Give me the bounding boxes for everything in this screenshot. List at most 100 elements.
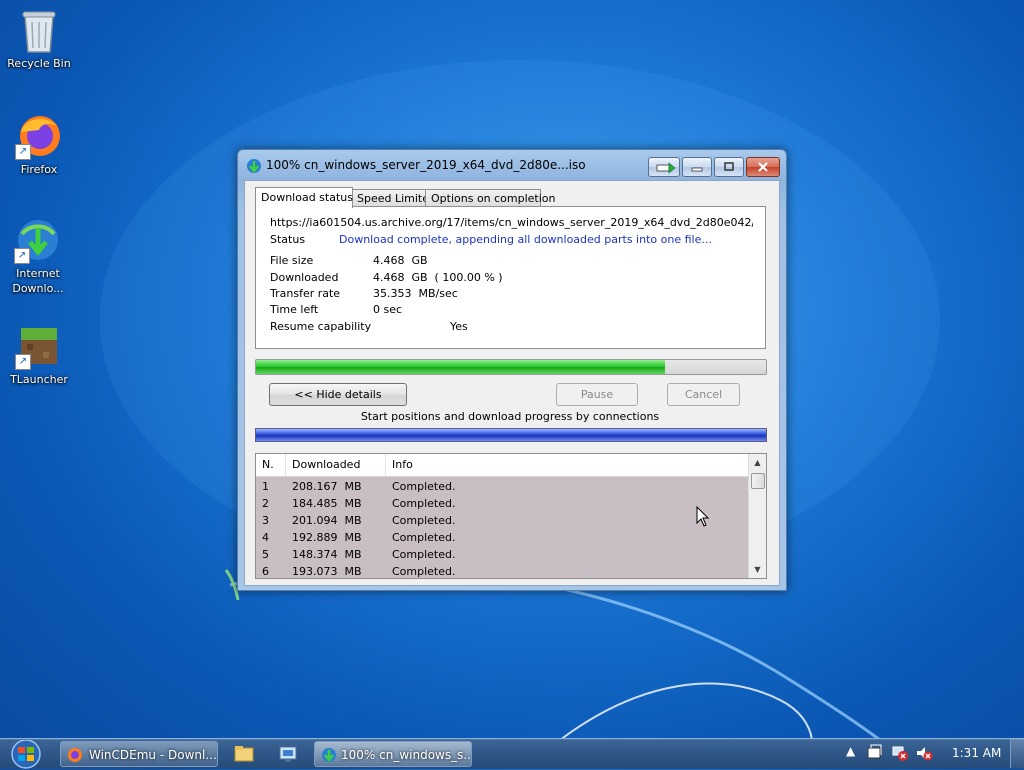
resume-capability-label: Resume capability bbox=[270, 320, 372, 333]
taskbar-item-idm-download[interactable]: 100% cn_windows_s... bbox=[314, 741, 472, 767]
dialog-titlebar[interactable]: 100% cn_windows_server_2019_x64_dvd_2d80… bbox=[238, 150, 786, 180]
time-left-value: 0 sec bbox=[373, 303, 403, 316]
taskbar-clock[interactable]: 1:31 AM bbox=[952, 746, 1001, 760]
vertical-scrollbar[interactable]: ▲ ▼ bbox=[748, 454, 766, 578]
table-header: N. Downloaded Info bbox=[256, 454, 749, 477]
cell-info: Completed. bbox=[392, 497, 456, 510]
hide-details-button[interactable]: << Hide details bbox=[269, 383, 407, 406]
status-label: Status bbox=[270, 233, 306, 246]
time-left-label: Time left bbox=[270, 303, 319, 316]
show-desktop-button[interactable] bbox=[1010, 739, 1024, 768]
cell-downloaded: 201.094 MB bbox=[292, 514, 362, 527]
minimize-icon bbox=[691, 167, 703, 172]
maximize-icon bbox=[724, 162, 734, 171]
desktop-icon-label: Internet Downlo... bbox=[12, 267, 64, 295]
close-icon bbox=[758, 162, 768, 172]
play-arrow-icon bbox=[656, 162, 676, 174]
file-explorer-icon bbox=[234, 746, 254, 762]
status-value: Download complete, appending all downloa… bbox=[339, 233, 712, 246]
download-progress-fill bbox=[256, 360, 666, 374]
table-row[interactable]: 1 208.167 MB Completed. bbox=[256, 478, 749, 495]
shortcut-arrow-icon: ↗ bbox=[15, 354, 31, 370]
downloaded-label: Downloaded bbox=[270, 271, 339, 284]
file-size-value: 4.468 GB bbox=[373, 254, 428, 267]
internet-download-manager-icon: ↗ bbox=[14, 216, 62, 264]
background-download-button[interactable] bbox=[648, 157, 680, 177]
transfer-rate-label: Transfer rate bbox=[270, 287, 341, 300]
tlauncher-icon: ↗ bbox=[15, 322, 63, 370]
action-center-icon[interactable] bbox=[866, 744, 884, 762]
cell-info: Completed. bbox=[392, 565, 456, 578]
cell-number: 3 bbox=[262, 514, 269, 527]
scrollbar-thumb[interactable] bbox=[751, 473, 765, 489]
desktop-icon-firefox[interactable]: ↗ Firefox bbox=[3, 112, 75, 177]
table-row[interactable]: 6 193.073 MB Completed. bbox=[256, 563, 749, 578]
connections-progress-bar bbox=[255, 428, 767, 442]
cell-downloaded: 192.889 MB bbox=[292, 531, 362, 544]
pinned-file-explorer[interactable] bbox=[224, 741, 264, 767]
taskbar-item-label: WinCDEmu - Downl... bbox=[89, 748, 217, 762]
resume-capability-value: Yes bbox=[450, 320, 468, 333]
maximize-button[interactable] bbox=[714, 157, 744, 177]
table-body: 1 208.167 MB Completed. 2 184.485 MB Complete… bbox=[256, 477, 749, 578]
desktop-icon-tlauncher[interactable]: ↗ TLauncher bbox=[3, 322, 75, 387]
connections-caption: Start positions and download progress by… bbox=[360, 410, 660, 423]
volume-muted-icon[interactable] bbox=[915, 744, 933, 762]
cell-downloaded: 193.073 MB bbox=[292, 565, 362, 578]
cell-number: 2 bbox=[262, 497, 269, 510]
control-panel-icon bbox=[279, 746, 297, 762]
cell-number: 6 bbox=[262, 565, 269, 578]
cell-downloaded: 208.167 MB bbox=[292, 480, 362, 493]
file-size-label: File size bbox=[270, 254, 314, 267]
cell-info: Completed. bbox=[392, 531, 456, 544]
download-progress-bar bbox=[255, 359, 767, 375]
download-status-panel: https://ia601504.us.archive.org/17/items… bbox=[255, 206, 766, 349]
desktop-icon-recycle-bin[interactable]: Recycle Bin bbox=[3, 6, 75, 71]
table-row[interactable]: 5 148.374 MB Completed. bbox=[256, 546, 749, 563]
start-button[interactable] bbox=[6, 740, 46, 770]
firefox-icon bbox=[68, 748, 82, 762]
cell-info: Completed. bbox=[392, 548, 456, 561]
pause-button[interactable]: Pause bbox=[556, 383, 638, 406]
pinned-control-panel[interactable] bbox=[268, 741, 308, 767]
tab-download-status[interactable]: Download status bbox=[255, 187, 353, 208]
firefox-icon: ↗ bbox=[15, 112, 63, 160]
show-hidden-icons-arrow[interactable]: ▲ bbox=[846, 744, 855, 758]
table-row[interactable]: 4 192.889 MB Completed. bbox=[256, 529, 749, 546]
desktop-icon-internet-download-manager[interactable]: ↗ Internet Downlo... bbox=[2, 216, 74, 296]
cell-number: 5 bbox=[262, 548, 269, 561]
shortcut-arrow-icon: ↗ bbox=[14, 248, 30, 264]
dialog-title: 100% cn_windows_server_2019_x64_dvd_2d80… bbox=[266, 158, 586, 172]
column-header-info[interactable]: Info bbox=[386, 454, 749, 476]
minimize-button[interactable] bbox=[682, 157, 712, 177]
table-row[interactable]: 2 184.485 MB Completed. bbox=[256, 495, 749, 512]
transfer-rate-value: 35.353 MB/sec bbox=[373, 287, 458, 300]
cancel-button[interactable]: Cancel bbox=[667, 383, 740, 406]
tab-options-on-completion[interactable]: Options on completion bbox=[425, 189, 556, 207]
idm-title-icon bbox=[247, 159, 261, 174]
table-row[interactable]: 3 201.094 MB Completed. bbox=[256, 512, 749, 529]
cell-info: Completed. bbox=[392, 514, 456, 527]
cell-downloaded: 184.485 MB bbox=[292, 497, 362, 510]
tab-speed-limiter[interactable]: Speed Limiter bbox=[351, 189, 434, 207]
shortcut-arrow-icon: ↗ bbox=[15, 144, 31, 160]
desktop-icon-label: Firefox bbox=[20, 163, 58, 176]
downloaded-value: 4.468 GB ( 100.00 % ) bbox=[373, 271, 503, 284]
close-button[interactable] bbox=[746, 157, 780, 177]
taskbar-item-label: 100% cn_windows_s... bbox=[341, 748, 472, 762]
scroll-down-arrow-icon[interactable]: ▼ bbox=[749, 561, 766, 578]
cell-info: Completed. bbox=[392, 480, 456, 493]
internet-download-manager-icon bbox=[322, 748, 336, 763]
connections-table: N. Downloaded Info 1 208.167 MB Completed.… bbox=[255, 453, 767, 579]
network-error-icon[interactable] bbox=[891, 744, 909, 762]
column-header-downloaded[interactable]: Downloaded bbox=[286, 454, 386, 476]
download-url: https://ia601504.us.archive.org/17/items… bbox=[270, 216, 753, 229]
taskbar-item-wincdemu[interactable]: WinCDEmu - Downl... bbox=[60, 741, 218, 767]
desktop-icon-label: TLauncher bbox=[10, 373, 68, 386]
desktop-icon-label: Recycle Bin bbox=[7, 57, 71, 70]
scroll-up-arrow-icon[interactable]: ▲ bbox=[749, 454, 766, 471]
column-header-number[interactable]: N. bbox=[256, 454, 286, 476]
cell-number: 4 bbox=[262, 531, 269, 544]
cell-downloaded: 148.374 MB bbox=[292, 548, 362, 561]
recycle-bin-icon bbox=[15, 6, 63, 54]
